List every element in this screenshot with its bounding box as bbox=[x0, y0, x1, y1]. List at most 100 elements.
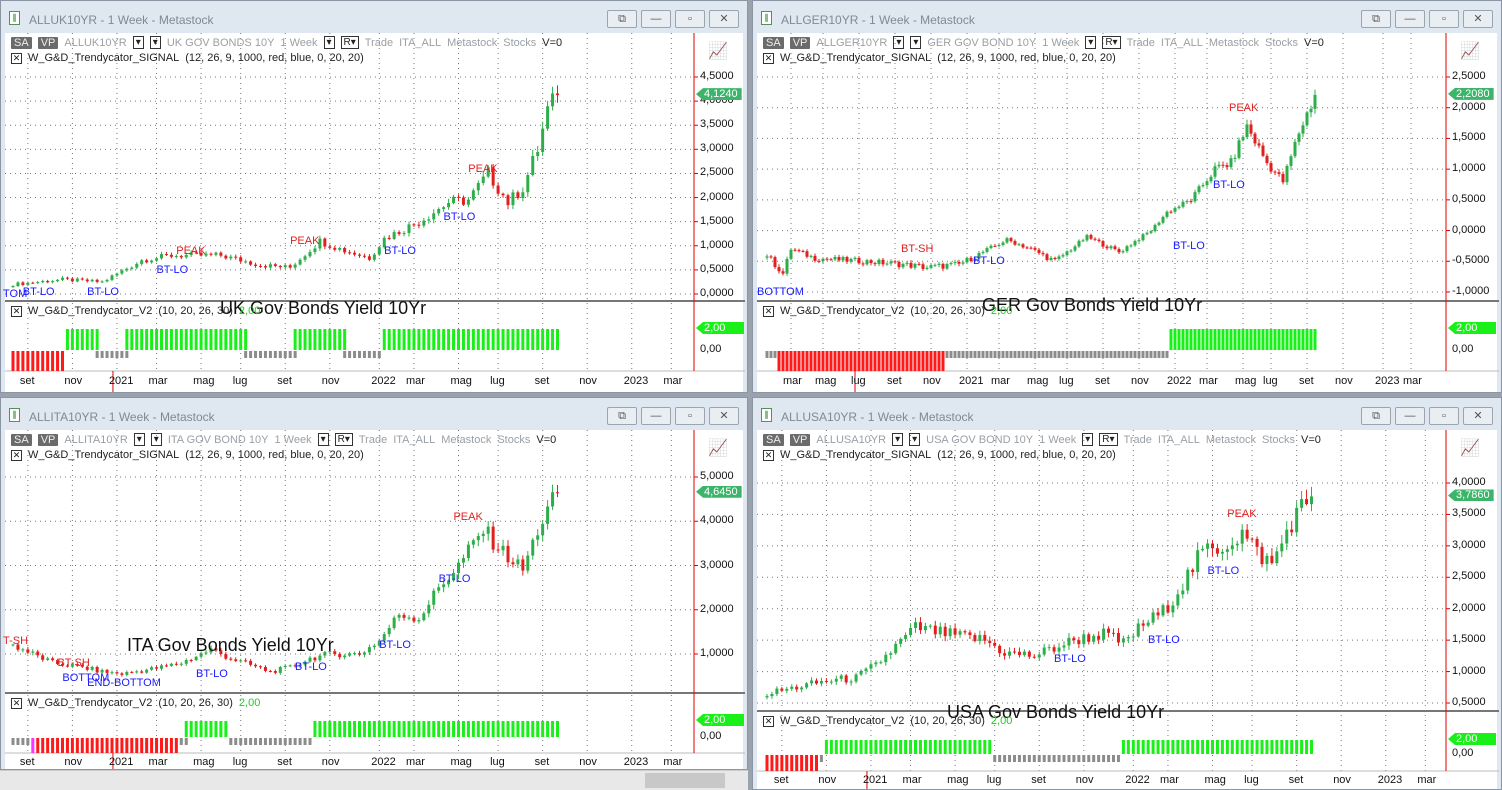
last-price-tag: 4,1240 bbox=[696, 88, 742, 101]
symbol-dropdown[interactable]: ▾ bbox=[893, 36, 905, 49]
candle bbox=[11, 286, 15, 288]
candle bbox=[496, 185, 500, 194]
minimize-button[interactable]: — bbox=[641, 407, 671, 425]
period-dropdown[interactable]: ▾ bbox=[1082, 433, 1094, 446]
close-button[interactable]: ✕ bbox=[709, 10, 739, 28]
remove-indicator-icon[interactable]: ✕ bbox=[763, 715, 774, 727]
sa-button[interactable]: SA bbox=[763, 433, 784, 446]
indicator-bar bbox=[989, 351, 993, 358]
window-titlebar[interactable]: ⫼ ALLUSA10YR - 1 Week - Metastock ⧉ — ▫ ✕ bbox=[753, 398, 1501, 430]
indicator-bar bbox=[110, 351, 114, 358]
r-dropdown[interactable]: R▾ bbox=[1099, 433, 1118, 446]
candle bbox=[209, 253, 213, 255]
symbol-dropdown[interactable]: ▾ bbox=[892, 433, 904, 446]
indicator-bar bbox=[1261, 329, 1265, 350]
sa-button[interactable]: SA bbox=[763, 36, 784, 49]
r-dropdown[interactable]: R▾ bbox=[340, 36, 359, 49]
indicator-bar bbox=[790, 755, 794, 771]
maximize-button[interactable]: ▫ bbox=[1429, 407, 1459, 425]
chart-trend-icon[interactable]: 📈 bbox=[1460, 438, 1480, 458]
candle bbox=[184, 660, 188, 664]
minimize-button[interactable]: — bbox=[1395, 10, 1425, 28]
minimize-button[interactable]: — bbox=[1395, 407, 1425, 425]
interval-dropdown[interactable]: ▾ bbox=[149, 36, 161, 49]
indicator-bar bbox=[1008, 755, 1012, 762]
sa-button[interactable]: SA bbox=[11, 36, 32, 49]
chart-canvas[interactable] bbox=[757, 33, 1499, 392]
indicator-bar bbox=[427, 721, 431, 737]
restore-window-button[interactable]: ⧉ bbox=[607, 407, 637, 425]
indicator-bar bbox=[194, 329, 198, 350]
symbol-dropdown[interactable]: ▾ bbox=[133, 433, 145, 446]
period-dropdown[interactable]: ▾ bbox=[1085, 36, 1097, 49]
candle bbox=[135, 263, 139, 268]
indicator-bar bbox=[100, 738, 104, 753]
date-axis-label: mag bbox=[1235, 375, 1257, 387]
vp-button[interactable]: VP bbox=[789, 36, 811, 49]
maximize-button[interactable]: ▫ bbox=[1429, 10, 1459, 28]
date-axis-label: mar bbox=[1403, 375, 1422, 387]
maximize-button[interactable]: ▫ bbox=[675, 407, 705, 425]
chart-canvas[interactable] bbox=[5, 33, 745, 392]
remove-indicator-icon[interactable]: ✕ bbox=[11, 449, 22, 461]
interval-dropdown[interactable]: ▾ bbox=[150, 433, 162, 446]
symbol-dropdown[interactable]: ▾ bbox=[132, 36, 144, 49]
remove-indicator-icon[interactable]: ✕ bbox=[763, 52, 774, 64]
sa-button[interactable]: SA bbox=[11, 433, 32, 446]
chart-trend-icon[interactable]: 📈 bbox=[708, 41, 728, 61]
window-titlebar[interactable]: ⫼ ALLITA10YR - 1 Week - Metastock ⧉ — ▫ ✕ bbox=[1, 398, 747, 430]
remove-indicator-icon[interactable]: ✕ bbox=[11, 52, 22, 64]
indicator-bar bbox=[1101, 351, 1105, 358]
remove-indicator-icon[interactable]: ✕ bbox=[763, 305, 774, 317]
candle bbox=[259, 666, 262, 668]
date-axis-label: set bbox=[277, 756, 292, 768]
interval-dropdown[interactable]: ▾ bbox=[909, 433, 921, 446]
chart-canvas[interactable] bbox=[757, 430, 1499, 789]
chart-canvas[interactable] bbox=[5, 430, 745, 769]
indicator-bar bbox=[1230, 740, 1234, 754]
restore-window-button[interactable]: ⧉ bbox=[1361, 10, 1391, 28]
restore-window-button[interactable]: ⧉ bbox=[607, 10, 637, 28]
close-button[interactable]: ✕ bbox=[709, 407, 739, 425]
candle bbox=[993, 245, 997, 247]
date-axis-label: lug bbox=[232, 375, 248, 387]
remove-indicator-icon[interactable]: ✕ bbox=[11, 305, 22, 317]
indicator-bar bbox=[800, 755, 804, 771]
indicator-bar bbox=[1217, 329, 1221, 350]
date-axis-label: set bbox=[773, 774, 789, 786]
indicator-bar bbox=[318, 721, 322, 737]
horizontal-scrollbar[interactable] bbox=[0, 770, 748, 790]
vp-button[interactable]: VP bbox=[37, 36, 59, 49]
window-titlebar[interactable]: ⫼ ALLGER10YR - 1 Week - Metastock ⧉ — ▫ ✕ bbox=[753, 1, 1501, 33]
candle bbox=[1072, 637, 1076, 641]
indicator-bar bbox=[85, 329, 89, 350]
indicator-bar bbox=[318, 329, 322, 350]
indicator-bar bbox=[1003, 755, 1007, 762]
close-button[interactable]: ✕ bbox=[1463, 407, 1493, 425]
maximize-button[interactable]: ▫ bbox=[675, 10, 705, 28]
period-dropdown[interactable]: ▾ bbox=[323, 36, 335, 49]
minimize-button[interactable]: — bbox=[641, 10, 671, 28]
close-button[interactable]: ✕ bbox=[1463, 10, 1493, 28]
indicator-bar bbox=[51, 738, 55, 753]
scrollbar-thumb[interactable] bbox=[645, 773, 725, 788]
candle bbox=[1052, 647, 1056, 652]
chart-trend-icon[interactable]: 📈 bbox=[708, 438, 728, 458]
r-dropdown[interactable]: R▾ bbox=[334, 433, 353, 446]
candle bbox=[169, 663, 173, 666]
remove-indicator-icon[interactable]: ✕ bbox=[763, 449, 774, 461]
period-dropdown[interactable]: ▾ bbox=[317, 433, 329, 446]
date-axis-label: lug bbox=[1059, 375, 1074, 387]
date-axis-label: mag bbox=[450, 756, 472, 768]
chart-trend-icon[interactable]: 📈 bbox=[1460, 41, 1480, 61]
restore-window-button[interactable]: ⧉ bbox=[1361, 407, 1391, 425]
interval-dropdown[interactable]: ▾ bbox=[910, 36, 922, 49]
r-dropdown[interactable]: R▾ bbox=[1102, 36, 1121, 49]
vp-button[interactable]: VP bbox=[37, 433, 59, 446]
window-titlebar[interactable]: ⫼ ALLUK10YR - 1 Week - Metastock ⧉ — ▫ ✕ bbox=[1, 1, 747, 33]
remove-indicator-icon[interactable]: ✕ bbox=[11, 697, 22, 709]
candle bbox=[889, 261, 893, 264]
vp-button[interactable]: VP bbox=[789, 433, 811, 446]
candle bbox=[130, 671, 134, 673]
candle bbox=[244, 660, 248, 662]
